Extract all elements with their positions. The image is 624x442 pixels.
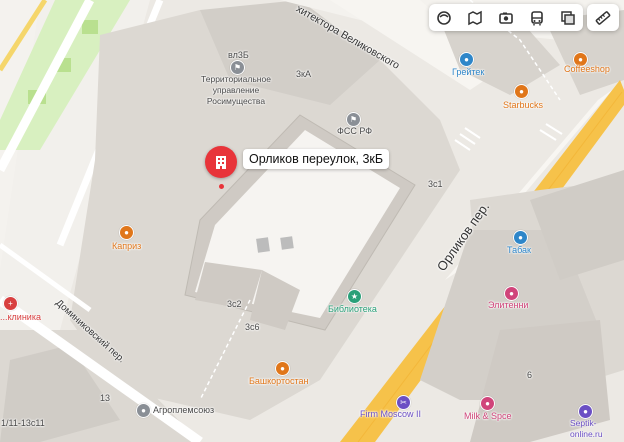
medical-icon[interactable]: +: [3, 296, 18, 311]
star-icon[interactable]: ★: [347, 289, 362, 304]
building-icon: [216, 156, 226, 169]
poi-greytek[interactable]: Грейтек: [452, 67, 484, 78]
poi-klinika[interactable]: ...клиника: [0, 312, 41, 323]
building-number: 3с2: [227, 299, 242, 309]
map-layers-icon[interactable]: [557, 7, 579, 29]
poi-tabak[interactable]: Табак: [507, 245, 531, 256]
poi-bashkortostan[interactable]: Башкортостан: [249, 376, 309, 387]
poi-agropromsoyuz[interactable]: Агроплемсоюз: [153, 405, 214, 416]
building-number: 13: [100, 393, 111, 403]
poi-rosimushchestvo[interactable]: Территориальное управление Росимущества: [190, 74, 282, 107]
photo-icon[interactable]: [495, 7, 517, 29]
layers-icon[interactable]: [433, 7, 455, 29]
shop-icon[interactable]: ●: [480, 396, 495, 411]
poi-coffeeshop[interactable]: Coffeeshop: [564, 64, 610, 75]
cafe-icon[interactable]: ●: [514, 84, 529, 99]
building-number: 1/11-13с11: [1, 418, 45, 428]
bag-icon[interactable]: ●: [459, 52, 474, 67]
scissors-icon[interactable]: ✂: [396, 395, 411, 410]
poi-septik[interactable]: Septik-online.ru: [570, 418, 622, 440]
selected-location-pin[interactable]: [205, 146, 237, 178]
office-icon[interactable]: ●: [136, 403, 151, 418]
poi-starbucks[interactable]: Starbucks: [503, 100, 543, 111]
poi-elitenny[interactable]: Элитенни: [488, 300, 528, 311]
shop-icon[interactable]: ●: [513, 230, 528, 245]
ruler-icon[interactable]: [592, 7, 614, 29]
shop-icon[interactable]: ●: [504, 286, 519, 301]
map-toolbar: [429, 4, 583, 31]
poi-fss[interactable]: ФСС РФ: [337, 126, 372, 137]
poi-milk-spice[interactable]: Milk & Spce: [464, 411, 512, 422]
poi-firm-moscow[interactable]: Firm Moscow II: [360, 409, 421, 420]
building-number: 3с1: [428, 179, 443, 189]
poi-biblioteka[interactable]: Библиотека: [328, 304, 377, 315]
map-canvas[interactable]: хитектора Великовского Орликов пер. Доми…: [0, 0, 624, 442]
pin-anchor: [219, 184, 224, 189]
transit-icon[interactable]: [526, 7, 548, 29]
selected-address-label[interactable]: Орликов переулок, 3кБ: [243, 149, 390, 169]
cafe-icon[interactable]: ●: [119, 225, 134, 240]
government-icon[interactable]: ⚑: [346, 112, 361, 127]
building-number: 6: [527, 370, 533, 380]
building-number: 3с6: [245, 322, 260, 332]
ruler-toolbar: [587, 4, 619, 31]
service-icon[interactable]: ●: [578, 404, 593, 419]
restaurant-icon[interactable]: ●: [275, 361, 290, 376]
panorama-icon[interactable]: [464, 7, 486, 29]
building-number: 3кА: [296, 69, 311, 79]
government-icon[interactable]: ⚑: [230, 60, 245, 75]
poi-kapriz[interactable]: Каприз: [112, 241, 141, 252]
